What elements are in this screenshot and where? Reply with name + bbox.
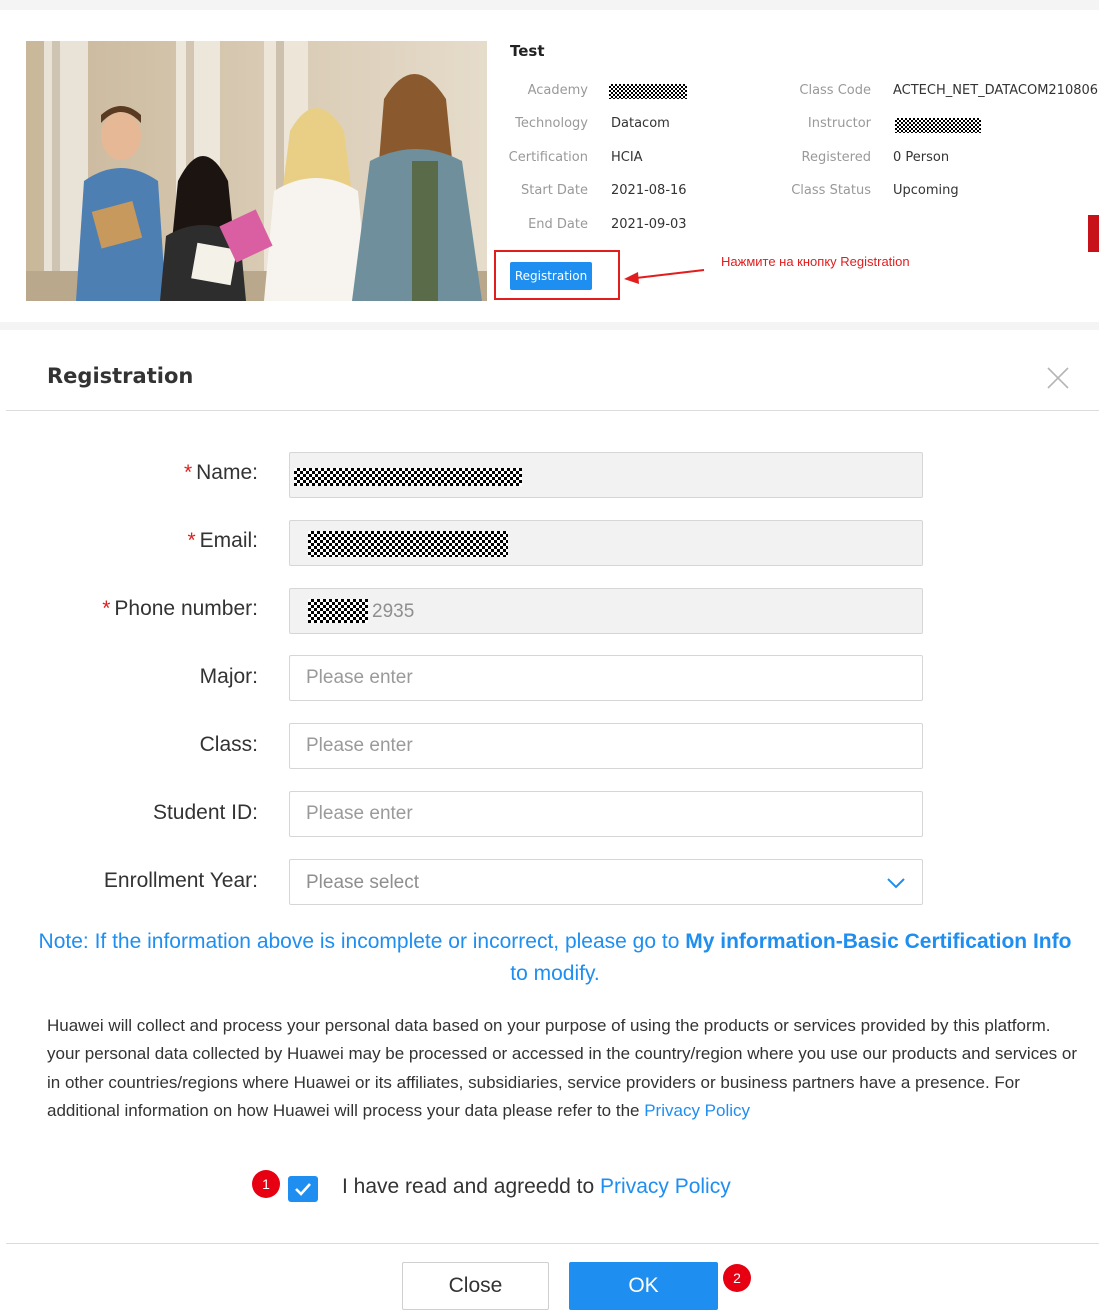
name-value-redacted: [294, 468, 522, 486]
modal-header-divider: [6, 410, 1099, 411]
chevron-down-icon: [887, 878, 905, 889]
privacy-disclaimer: Huawei will collect and process your per…: [47, 1016, 1078, 1121]
phone-label: * Phone number:: [102, 597, 258, 620]
class-status-label: Class Status: [791, 183, 871, 198]
email-label: * Email:: [187, 529, 258, 552]
step-badge-2: 2: [723, 1264, 751, 1292]
consent-privacy-policy-link[interactable]: Privacy Policy: [600, 1175, 731, 1198]
students-photo-image: [26, 41, 487, 301]
top-background-strip: [0, 0, 1099, 10]
phone-field[interactable]: 2935: [289, 588, 923, 634]
name-label: * Name:: [183, 461, 258, 484]
my-information-link[interactable]: My information-Basic Certification Info: [685, 930, 1071, 953]
phone-value-redacted: [308, 599, 368, 623]
end-date-label: End Date: [528, 217, 588, 232]
card-separator: [0, 322, 1099, 330]
student-id-label: Student ID:: [152, 801, 258, 824]
enrollment-year-select[interactable]: Please select: [289, 859, 923, 905]
consent-checkbox[interactable]: [288, 1176, 318, 1202]
certification-label: Certification: [508, 150, 588, 165]
certification-value: HCIA: [611, 150, 643, 165]
class-code-value: ACTECH_NET_DATACOM210806: [893, 83, 1099, 98]
class-label: Class:: [199, 733, 258, 756]
email-value-redacted: [308, 531, 508, 557]
class-title: Test: [510, 42, 545, 60]
required-mark: *: [187, 529, 196, 552]
annotation-arrow-icon: [624, 269, 705, 284]
enrollment-year-label: Enrollment Year:: [103, 869, 258, 892]
end-date-value: 2021-09-03: [611, 217, 687, 232]
email-field[interactable]: [289, 520, 923, 566]
class-input[interactable]: [289, 723, 923, 769]
modal-footer-divider: [6, 1243, 1099, 1244]
major-label: Major:: [199, 665, 258, 688]
close-icon[interactable]: [1045, 365, 1071, 391]
registration-button[interactable]: Registration: [510, 262, 592, 290]
academy-value-redacted: [609, 84, 687, 99]
class-status-value: Upcoming: [893, 183, 959, 198]
technology-label: Technology: [515, 116, 588, 131]
annotation-text: Нажмите на кнопку Registration: [721, 254, 910, 269]
phone-value-suffix: 2935: [372, 601, 415, 622]
step-badge-1: 1: [252, 1170, 280, 1198]
start-date-label: Start Date: [521, 183, 588, 198]
registered-label: Registered: [801, 150, 872, 165]
required-mark: *: [183, 461, 193, 484]
modal-title: Registration: [47, 364, 194, 388]
name-field[interactable]: [289, 452, 923, 498]
info-note: Note: If the information above is incomp…: [38, 930, 1072, 985]
technology-value: Datacom: [611, 116, 670, 131]
required-mark: *: [102, 597, 111, 620]
student-id-input[interactable]: [289, 791, 923, 837]
start-date-value: 2021-08-16: [611, 183, 687, 198]
instructor-value-redacted: [895, 118, 981, 133]
instructor-label: Instructor: [807, 116, 871, 131]
consent-label: I have read and agreedd to Privacy Polic…: [342, 1175, 731, 1198]
checkmark-icon: [295, 1183, 311, 1196]
side-red-tab: [1088, 215, 1099, 252]
class-photo: [26, 41, 487, 301]
class-code-label: Class Code: [799, 83, 871, 98]
enrollment-year-placeholder: Please select: [306, 872, 420, 893]
major-input[interactable]: [289, 655, 923, 701]
registered-value: 0 Person: [893, 150, 950, 165]
academy-label: Academy: [527, 83, 588, 98]
privacy-policy-link[interactable]: Privacy Policy: [644, 1101, 750, 1120]
